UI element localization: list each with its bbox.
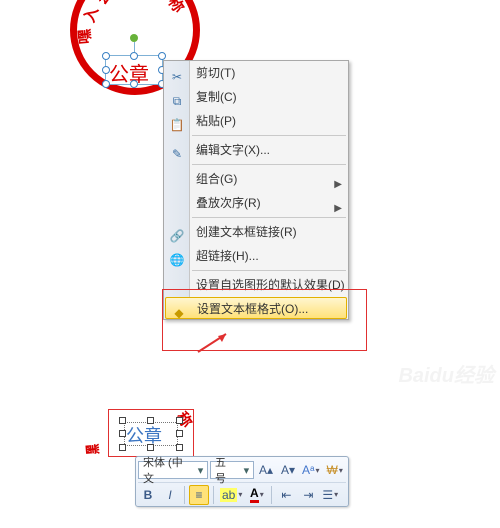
edit-text-icon: ✎ bbox=[169, 142, 185, 158]
arc-char: 嘿 bbox=[73, 28, 95, 45]
menu-cut[interactable]: ✂ 剪切(T) bbox=[164, 61, 348, 85]
chevron-down-icon: ▾ bbox=[240, 464, 253, 477]
menu-label: 编辑文字(X)... bbox=[196, 143, 270, 157]
decrease-indent-button[interactable]: ⇤ bbox=[276, 485, 296, 505]
resize-handle[interactable] bbox=[176, 430, 183, 437]
change-case-button[interactable]: Aᵃ▾ bbox=[300, 460, 322, 480]
bold-button[interactable]: B bbox=[138, 485, 158, 505]
italic-icon: I bbox=[168, 488, 171, 502]
resize-handle[interactable] bbox=[176, 444, 183, 451]
menu-copy[interactable]: ⧉ 复制(C) bbox=[164, 85, 348, 109]
selected-textbox-top[interactable]: 公章 bbox=[105, 55, 163, 85]
context-menu: ✂ 剪切(T) ⧉ 复制(C) 📋 粘贴(P) ✎ 编辑文字(X)... 组合(… bbox=[163, 60, 349, 320]
group-icon bbox=[169, 171, 185, 187]
chevron-down-icon: ▾ bbox=[194, 464, 207, 477]
font-size-value: 五号 bbox=[211, 454, 240, 486]
menu-separator bbox=[192, 164, 346, 165]
rotation-stem bbox=[134, 42, 135, 52]
mini-toolbar-row-2: B I ≡ ab▾ A▾ ⇤ ⇥ ☰▾ bbox=[138, 482, 346, 504]
resize-handle[interactable] bbox=[130, 80, 138, 88]
menu-label: 剪切(T) bbox=[196, 66, 235, 80]
font-size-combo[interactable]: 五号 ▾ bbox=[210, 461, 254, 479]
shrink-font-icon: A▾ bbox=[281, 463, 295, 477]
styles-button[interactable]: ₩▾ bbox=[324, 460, 345, 480]
rotation-handle[interactable] bbox=[130, 34, 138, 42]
paste-icon: 📋 bbox=[169, 113, 185, 129]
menu-label: 叠放次序(R) bbox=[196, 196, 261, 210]
resize-handle[interactable] bbox=[119, 430, 126, 437]
annotation-box-top bbox=[162, 289, 367, 351]
highlight-button[interactable]: ab▾ bbox=[218, 485, 245, 505]
menu-create-textlink[interactable]: 🔗 创建文本框链接(R) bbox=[164, 220, 348, 244]
menu-separator bbox=[192, 270, 346, 271]
arc-char: 称 bbox=[164, 0, 190, 17]
mini-toolbar-row-1: 宋体 (中文 ▾ 五号 ▾ A▴ A▾ Aᵃ▾ ₩▾ bbox=[138, 459, 346, 481]
shrink-font-button[interactable]: A▾ bbox=[278, 460, 298, 480]
resize-handle[interactable] bbox=[102, 66, 110, 74]
grow-font-icon: A▴ bbox=[259, 463, 273, 477]
separator bbox=[271, 486, 272, 504]
resize-handle[interactable] bbox=[119, 417, 126, 424]
menu-label: 组合(G) bbox=[196, 172, 237, 186]
order-icon bbox=[169, 195, 185, 211]
align-center-button[interactable]: ≡ bbox=[189, 485, 209, 505]
annotation-arrow bbox=[198, 334, 200, 335]
resize-handle[interactable] bbox=[158, 52, 166, 60]
resize-handle[interactable] bbox=[102, 80, 110, 88]
font-name-value: 宋体 (中文 bbox=[139, 454, 194, 486]
textbox-dashed-border bbox=[124, 422, 178, 446]
menu-label: 粘贴(P) bbox=[196, 114, 236, 128]
link-icon: 🔗 bbox=[169, 224, 185, 240]
selected-textbox-bottom[interactable]: 公章 bbox=[122, 420, 180, 448]
menu-label: 创建文本框链接(R) bbox=[196, 225, 297, 239]
font-color-button[interactable]: A▾ bbox=[247, 485, 267, 505]
change-case-icon: Aᵃ bbox=[302, 463, 314, 477]
menu-separator bbox=[192, 217, 346, 218]
menu-hyperlink[interactable]: 🌐 超链接(H)... bbox=[164, 244, 348, 268]
chevron-down-icon: ▾ bbox=[259, 490, 265, 499]
menu-label: 复制(C) bbox=[196, 90, 237, 104]
resize-handle[interactable] bbox=[130, 52, 138, 60]
italic-button[interactable]: I bbox=[160, 485, 180, 505]
watermark: Baidu经验 bbox=[398, 359, 494, 388]
resize-handle[interactable] bbox=[147, 417, 154, 424]
align-center-icon: ≡ bbox=[195, 488, 202, 502]
arc-char: 入 bbox=[78, 4, 103, 25]
separator bbox=[213, 486, 214, 504]
bold-icon: B bbox=[144, 488, 153, 502]
styles-icon: ₩ bbox=[326, 463, 337, 477]
cut-icon: ✂ bbox=[169, 65, 185, 81]
decrease-indent-icon: ⇤ bbox=[281, 488, 291, 502]
bullets-button[interactable]: ☰▾ bbox=[320, 485, 341, 505]
chevron-down-icon: ▾ bbox=[333, 490, 339, 499]
highlight-icon: ab bbox=[220, 488, 237, 502]
arc-char: 嘿 bbox=[81, 443, 103, 454]
menu-order[interactable]: 叠放次序(R) ▶ bbox=[164, 191, 348, 215]
menu-separator bbox=[192, 135, 346, 136]
chevron-down-icon: ▾ bbox=[338, 466, 344, 475]
resize-handle[interactable] bbox=[176, 417, 183, 424]
resize-handle[interactable] bbox=[147, 444, 154, 451]
chevron-down-icon: ▾ bbox=[237, 490, 243, 499]
font-color-icon: A bbox=[250, 486, 259, 503]
grow-font-button[interactable]: A▴ bbox=[256, 460, 276, 480]
resize-handle[interactable] bbox=[119, 444, 126, 451]
bullets-icon: ☰ bbox=[322, 488, 333, 502]
menu-paste[interactable]: 📋 粘贴(P) bbox=[164, 109, 348, 133]
menu-label: 超链接(H)... bbox=[196, 249, 259, 263]
font-name-combo[interactable]: 宋体 (中文 ▾ bbox=[138, 461, 208, 479]
chevron-down-icon: ▾ bbox=[314, 466, 320, 475]
resize-handle[interactable] bbox=[102, 52, 110, 60]
menu-group[interactable]: 组合(G) ▶ bbox=[164, 167, 348, 191]
copy-icon: ⧉ bbox=[169, 89, 185, 105]
increase-indent-icon: ⇥ bbox=[303, 488, 313, 502]
separator bbox=[184, 486, 185, 504]
menu-edit-text[interactable]: ✎ 编辑文字(X)... bbox=[164, 138, 348, 162]
mini-toolbar: 宋体 (中文 ▾ 五号 ▾ A▴ A▾ Aᵃ▾ ₩▾ B I ≡ ab▾ A▾ … bbox=[135, 456, 349, 507]
increase-indent-button[interactable]: ⇥ bbox=[298, 485, 318, 505]
hyperlink-icon: 🌐 bbox=[169, 248, 185, 264]
